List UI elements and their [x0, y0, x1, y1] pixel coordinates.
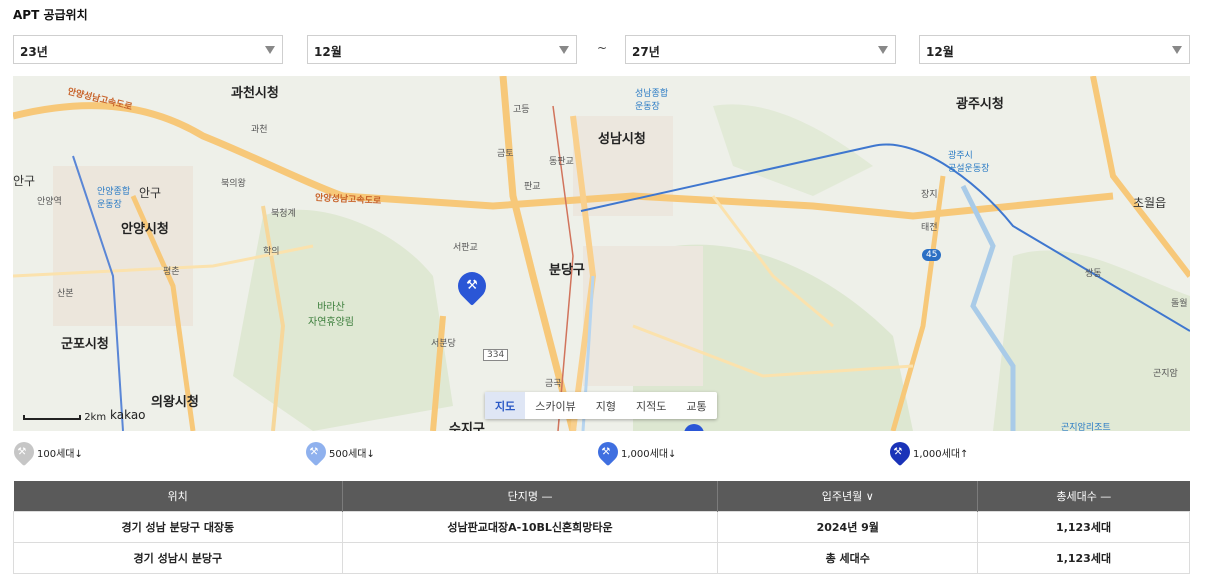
map-view[interactable]: 과천시청 성남시청 광주시청 안양시청 군포시청 의왕시청 분당구 수지구 초월…: [13, 76, 1190, 431]
chevron-down-icon: [878, 46, 888, 54]
map-label-ssangdong: 쌍동: [1085, 269, 1102, 279]
end-month-value: 12월: [926, 45, 954, 59]
start-year-select[interactable]: 23년: [13, 35, 283, 64]
map-label-gwangju: 광주시청: [956, 97, 1004, 112]
scale-label: 2km: [84, 412, 107, 423]
cell-location: 경기 성남 분당구 대장동: [13, 510, 343, 543]
hammer-icon: ⚒: [466, 278, 478, 293]
chevron-down-icon: [1172, 46, 1182, 54]
map-label-taejeon: 태전: [921, 223, 938, 233]
start-year-value: 23년: [20, 45, 48, 59]
map-label-bukuiwang: 북의왕: [221, 179, 246, 189]
end-year-value: 27년: [632, 45, 660, 59]
legend-item: ⚒ 1,000세대↑: [885, 437, 969, 467]
map-label-geumgok: 금곡: [545, 379, 562, 389]
column-header-location[interactable]: 위치: [13, 481, 343, 511]
legend-item: ⚒ 500세대↓: [301, 437, 375, 467]
column-header-move-in[interactable]: 입주년월 ∨: [717, 481, 979, 511]
cell-location: 경기 성남시 분당구: [13, 541, 343, 574]
legend-label: 500세대↓: [329, 448, 375, 460]
legend-label: 100세대↓: [37, 448, 83, 460]
map-label-anyang: 안양시청: [121, 222, 169, 237]
map-label-hakui: 학의: [263, 247, 280, 257]
table-header-row: 위치 단지명 — 입주년월 ∨ 총세대수 —: [13, 481, 1190, 511]
cell-households: 1,123세대: [977, 510, 1190, 543]
hammer-icon: ⚒: [9, 437, 39, 467]
map-label-anyang-station: 안양역: [37, 197, 62, 207]
table-row[interactable]: 경기 성남 분당구 대장동 성남판교대장A-10BL신혼희망타운 2024년 9…: [13, 510, 1190, 543]
tab-terrain[interactable]: 지형: [586, 392, 626, 419]
end-month-select[interactable]: 12월: [919, 35, 1190, 64]
map-label-seongnam: 성남시청: [598, 132, 646, 147]
map-label-gwacheon-ic: 과천: [251, 125, 268, 135]
map-label-anyang-stadium: 안양종합 운동장: [97, 187, 131, 210]
cell-total-label: 총 세대수: [717, 541, 979, 574]
map-brand-logo: kakao: [110, 408, 146, 422]
map-label-bundang: 분당구: [549, 263, 585, 278]
tab-traffic[interactable]: 교통: [676, 392, 716, 419]
chevron-down-icon: [265, 46, 275, 54]
table-summary-row: 경기 성남시 분당구 총 세대수 1,123세대: [13, 541, 1190, 574]
map-label-route334: 334: [483, 349, 509, 361]
legend-label: 1,000세대↓: [621, 448, 677, 460]
tab-skyview[interactable]: 스카이뷰: [525, 392, 585, 419]
legend-label: 1,000세대↑: [913, 448, 969, 460]
tab-cadastral[interactable]: 지적도: [626, 392, 676, 419]
legend-item: ⚒ 1,000세대↓: [593, 437, 677, 467]
map-label-jangji: 장지: [921, 190, 938, 200]
column-header-households[interactable]: 총세대수 —: [977, 481, 1190, 511]
map-label-gwangju-stadium: 광주시 공설운동장: [948, 151, 990, 174]
map-label-uiwang: 의왕시청: [151, 395, 199, 410]
map-label-seopangyo: 서판교: [453, 243, 478, 253]
hammer-icon: ⚒: [885, 437, 915, 467]
map-label-pangyo: 판교: [524, 182, 541, 192]
start-month-value: 12월: [314, 45, 342, 59]
cell-move-in: 2024년 9월: [717, 510, 979, 543]
map-scale: 2km: [23, 412, 106, 423]
column-header-complex[interactable]: 단지명 —: [342, 481, 719, 511]
map-label-chowol: 초월읍: [1133, 196, 1167, 210]
scale-bar: [23, 414, 81, 420]
cell-complex: 성남판교대장A-10BL신혼희망타운: [341, 510, 719, 543]
map-label-gonjiam-resort: 곤지암리조트: [1061, 423, 1111, 431]
map-label-godeung: 고등: [513, 105, 530, 115]
cell-complex: [341, 541, 719, 574]
map-label-baraesan: 바라산 자연휴양림: [308, 302, 354, 328]
hammer-icon: ⚒: [301, 437, 331, 467]
end-year-select[interactable]: 27년: [625, 35, 896, 64]
map-label-dongpangyo: 동판교: [549, 157, 574, 167]
map-label-gwacheon: 과천시청: [231, 86, 279, 101]
map-label-anyang-gu2: 안구: [139, 186, 162, 200]
start-month-select[interactable]: 12월: [307, 35, 577, 64]
map-label-geumto: 금토: [497, 149, 514, 159]
map-label-gonjiam: 곤지암: [1153, 369, 1178, 379]
cell-total-households: 1,123세대: [977, 541, 1190, 574]
map-label-seongnam-stadium: 성남종합 운동장: [635, 89, 669, 112]
tab-map[interactable]: 지도: [485, 392, 526, 419]
map-label-anyang-gu: 안구: [13, 174, 36, 188]
map-type-tabs: 지도 스카이뷰 지형 지적도 교통: [485, 392, 717, 419]
range-separator: ~: [597, 41, 608, 55]
map-label-sanbon: 산본: [57, 289, 74, 299]
hammer-icon: ⚒: [593, 437, 623, 467]
supply-table: 위치 단지명 — 입주년월 ∨ 총세대수 — 경기 성남 분당구 대장동 성남판…: [13, 481, 1190, 574]
map-label-bukcheonggye: 북청계: [271, 209, 296, 219]
map-label-seobundang: 서분당: [431, 339, 456, 349]
map-label-gunpo: 군포시청: [61, 337, 109, 352]
legend-item: ⚒ 100세대↓: [9, 437, 83, 467]
map-label-dolleul: 돌월: [1171, 299, 1188, 309]
map-label-pyeongchon: 평촌: [163, 267, 180, 277]
page-title: APT 공급위치: [13, 8, 88, 22]
map-label-route45: 45: [922, 249, 942, 261]
chevron-down-icon: [559, 46, 569, 54]
map-label-sujigu: 수지구: [449, 422, 485, 431]
